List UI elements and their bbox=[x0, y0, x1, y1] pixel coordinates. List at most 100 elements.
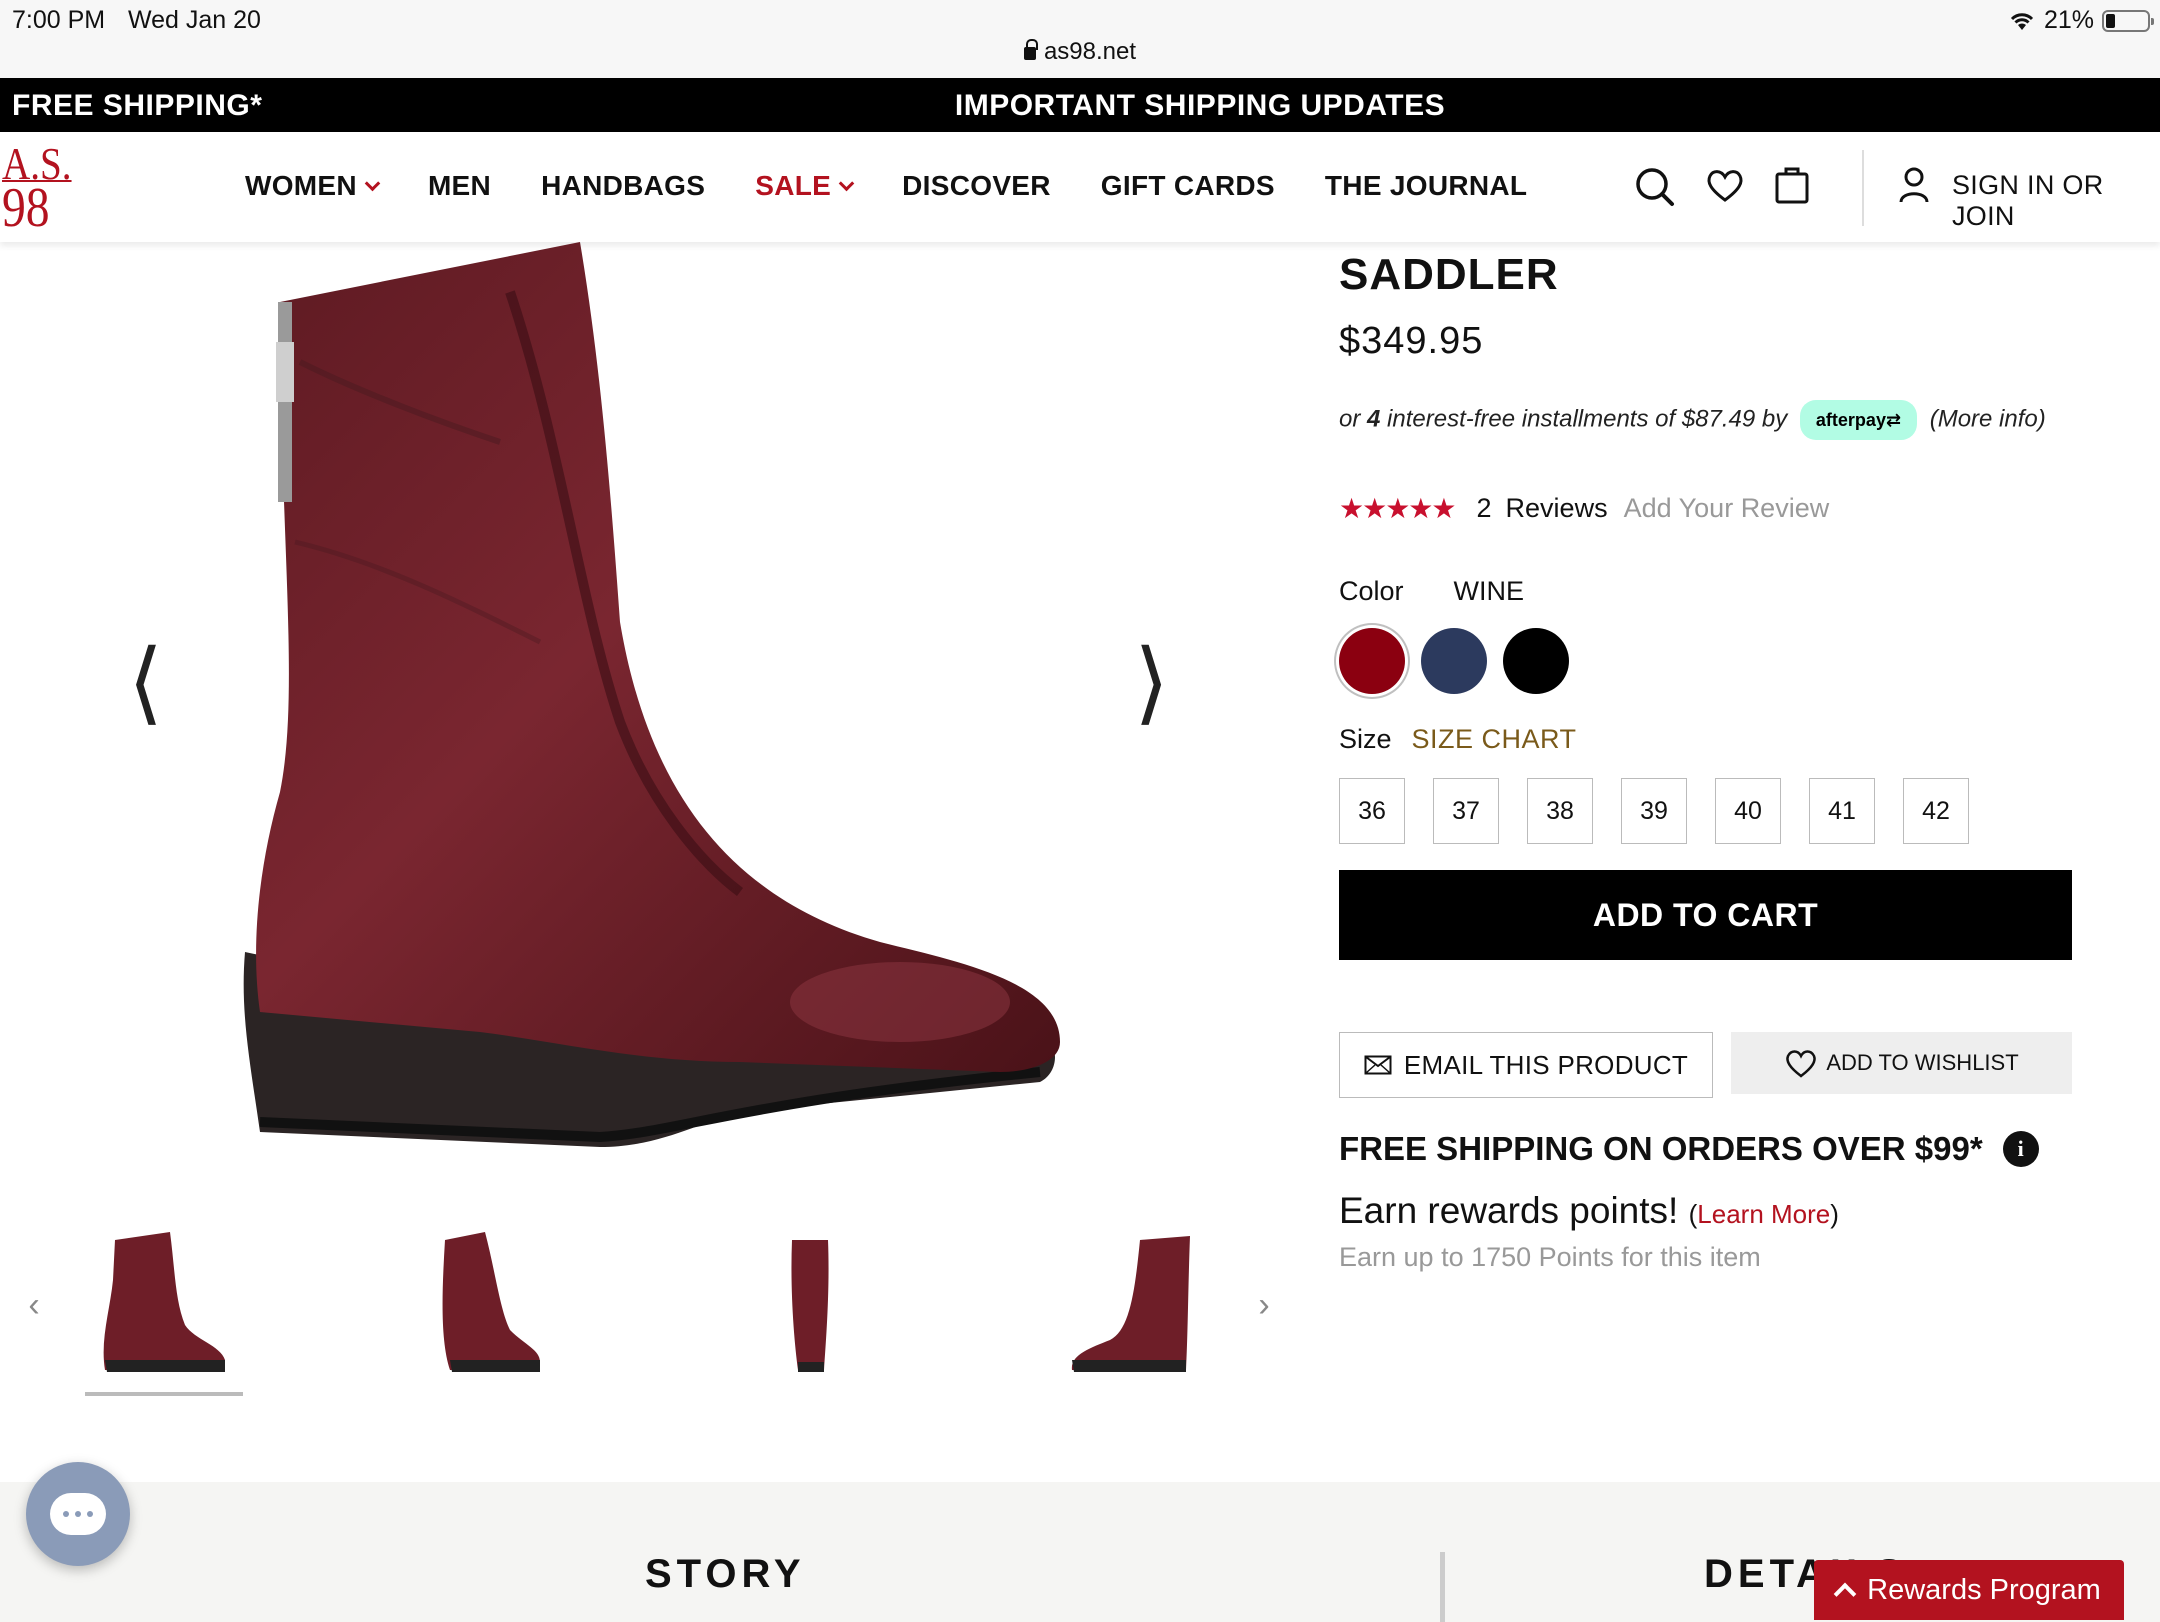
afterpay-mid: interest-free installments of $87.49 by bbox=[1380, 405, 1788, 433]
thumbs-prev-arrow[interactable]: ‹ bbox=[14, 1285, 54, 1325]
rating-row: ★★★★★ 2 Reviews Add Your Review bbox=[1339, 492, 1829, 525]
info-icon[interactable]: i bbox=[2002, 1131, 2039, 1167]
reviews-link[interactable]: Reviews bbox=[1506, 493, 1608, 524]
brand-logo[interactable]: A.S. 98 bbox=[2, 141, 72, 239]
email-product-button[interactable]: EMAIL THIS PRODUCT bbox=[1339, 1032, 1713, 1098]
free-shipping-note: FREE SHIPPING ON ORDERS OVER $99* i bbox=[1339, 1130, 2039, 1168]
size-label: Size bbox=[1339, 724, 1392, 754]
rewards-program-button[interactable]: Rewards Program bbox=[1814, 1560, 2124, 1620]
thumbs-next-arrow[interactable]: › bbox=[1244, 1285, 1284, 1325]
rating-stars: ★★★★★ bbox=[1339, 493, 1457, 524]
user-icon[interactable] bbox=[1898, 166, 1930, 206]
nav-gift-cards[interactable]: GIFT CARDS bbox=[1101, 170, 1275, 202]
logo-line-2: 98 bbox=[2, 177, 50, 239]
nav-women-label: WOMEN bbox=[245, 170, 357, 201]
size-option[interactable]: 39 bbox=[1621, 778, 1687, 844]
product-title: SADDLER bbox=[1339, 250, 1559, 299]
nav-handbags-label: HANDBAGS bbox=[541, 170, 706, 201]
size-option[interactable]: 41 bbox=[1809, 778, 1875, 844]
nav-journal[interactable]: THE JOURNAL bbox=[1325, 170, 1527, 202]
header-divider bbox=[1862, 150, 1864, 226]
size-option[interactable]: 42 bbox=[1903, 778, 1969, 844]
nav-women[interactable]: WOMEN bbox=[245, 170, 381, 202]
product-price: $349.95 bbox=[1339, 320, 1484, 362]
nav-sale-label: SALE bbox=[755, 170, 832, 201]
size-option[interactable]: 40 bbox=[1715, 778, 1781, 844]
thumbnail-2[interactable] bbox=[430, 1230, 550, 1380]
learn-more-link[interactable]: Learn More bbox=[1697, 1199, 1830, 1229]
heart-icon[interactable] bbox=[1704, 162, 1746, 208]
heart-icon bbox=[1786, 1050, 1817, 1078]
product-main-image bbox=[243, 242, 1060, 1147]
battery-percent: 21% bbox=[2043, 6, 2094, 34]
site-header: A.S. 98 WOMEN MEN HANDBAGS SALE DISCOVER… bbox=[0, 132, 2160, 242]
nav-men-label: MEN bbox=[427, 170, 492, 201]
size-chart-link[interactable]: SIZE CHART bbox=[1412, 724, 1577, 755]
color-label: Color bbox=[1339, 576, 1404, 606]
add-to-wishlist-button[interactable]: ADD TO WISHLIST bbox=[1731, 1032, 2072, 1094]
add-to-cart-button[interactable]: ADD TO CART bbox=[1339, 870, 2072, 960]
thumbnail-3[interactable] bbox=[780, 1230, 840, 1380]
afterpay-more-info[interactable]: (More info) bbox=[1930, 405, 2046, 432]
thumbnail-4[interactable] bbox=[1060, 1230, 1200, 1380]
size-option[interactable]: 38 bbox=[1527, 778, 1593, 844]
swatch-wine[interactable] bbox=[1339, 628, 1405, 694]
gallery-prev-arrow[interactable]: ⟨ bbox=[128, 630, 163, 735]
rewards-points-subtext: Earn up to 1750 Points for this item bbox=[1339, 1242, 1761, 1272]
review-count: 2 bbox=[1476, 493, 1492, 523]
nav-discover-label: DISCOVER bbox=[902, 170, 1051, 201]
rewards-program-label: Rewards Program bbox=[1867, 1573, 2101, 1606]
active-thumbnail-indicator bbox=[85, 1392, 243, 1396]
address-bar[interactable]: as98.net bbox=[0, 38, 2160, 66]
size-row: Size SIZE CHART bbox=[1339, 724, 1577, 755]
url-text: as98.net bbox=[1043, 38, 1137, 65]
envelope-icon bbox=[1364, 1055, 1392, 1075]
status-date: Wed Jan 20 bbox=[128, 6, 261, 34]
wifi-icon bbox=[2010, 12, 2034, 30]
lock-icon bbox=[1023, 39, 1038, 60]
size-options: 36 37 38 39 40 41 42 bbox=[1339, 778, 1969, 844]
sign-in-link[interactable]: SIGN IN OR JOIN bbox=[1952, 170, 2160, 232]
afterpay-badge: afterpay⇄ bbox=[1799, 400, 1918, 440]
nav-handbags[interactable]: HANDBAGS bbox=[541, 170, 705, 202]
free-shipping-text: FREE SHIPPING ON ORDERS OVER $99* bbox=[1339, 1130, 1983, 1167]
battery-icon bbox=[2102, 9, 2154, 32]
afterpay-count: 4 bbox=[1367, 405, 1381, 433]
nav-sale[interactable]: SALE bbox=[755, 170, 855, 202]
afterpay-pre: or bbox=[1339, 405, 1368, 433]
tab-story[interactable]: STORY bbox=[645, 1552, 806, 1597]
thumbnail-1[interactable] bbox=[95, 1230, 235, 1380]
gallery-next-arrow[interactable]: ⟩ bbox=[1134, 630, 1169, 735]
promo-bar: FREE SHIPPING* IMPORTANT SHIPPING UPDATE… bbox=[0, 78, 2160, 132]
nav-journal-label: THE JOURNAL bbox=[1324, 170, 1528, 201]
rewards-line: Earn rewards points! (Learn More) bbox=[1339, 1190, 1839, 1232]
status-right: 21% bbox=[2008, 6, 2154, 35]
size-option[interactable]: 36 bbox=[1339, 778, 1405, 844]
shopping-bag-icon[interactable] bbox=[1774, 164, 1810, 206]
chevron-down-icon bbox=[838, 175, 855, 191]
learn-more-wrapper: (Learn More) bbox=[1688, 1199, 1839, 1229]
color-row: Color WINE bbox=[1339, 576, 1524, 607]
product-info: SADDLER $349.95 or 4 interest-free insta… bbox=[1339, 250, 2139, 1272]
chevron-up-icon bbox=[1833, 1582, 1857, 1606]
chat-button[interactable] bbox=[26, 1462, 130, 1566]
nav-men[interactable]: MEN bbox=[428, 170, 491, 202]
chat-bubble-icon bbox=[50, 1493, 106, 1535]
rewards-text: Earn rewards points! bbox=[1339, 1190, 1679, 1231]
nav-discover[interactable]: DISCOVER bbox=[902, 170, 1051, 202]
tabs-divider bbox=[1440, 1552, 1445, 1622]
thumbnail-strip: ‹ › bbox=[0, 1210, 1300, 1396]
status-bar: 7:00 PM Wed Jan 20 as98.net 21% bbox=[0, 0, 2160, 78]
email-product-label: EMAIL THIS PRODUCT bbox=[1403, 1049, 1689, 1080]
add-review-link[interactable]: Add Your Review bbox=[1624, 493, 1830, 524]
color-swatches bbox=[1339, 628, 1569, 694]
shipping-updates-link[interactable]: IMPORTANT SHIPPING UPDATES bbox=[0, 89, 2160, 123]
nav-gift-cards-label: GIFT CARDS bbox=[1100, 170, 1275, 201]
size-option[interactable]: 37 bbox=[1433, 778, 1499, 844]
chevron-down-icon bbox=[364, 175, 381, 191]
swatch-black[interactable] bbox=[1503, 628, 1569, 694]
search-icon[interactable] bbox=[1634, 162, 1676, 208]
swatch-navy[interactable] bbox=[1421, 628, 1487, 694]
selected-color: WINE bbox=[1453, 576, 1525, 606]
wishlist-label: ADD TO WISHLIST bbox=[1826, 1050, 2019, 1075]
